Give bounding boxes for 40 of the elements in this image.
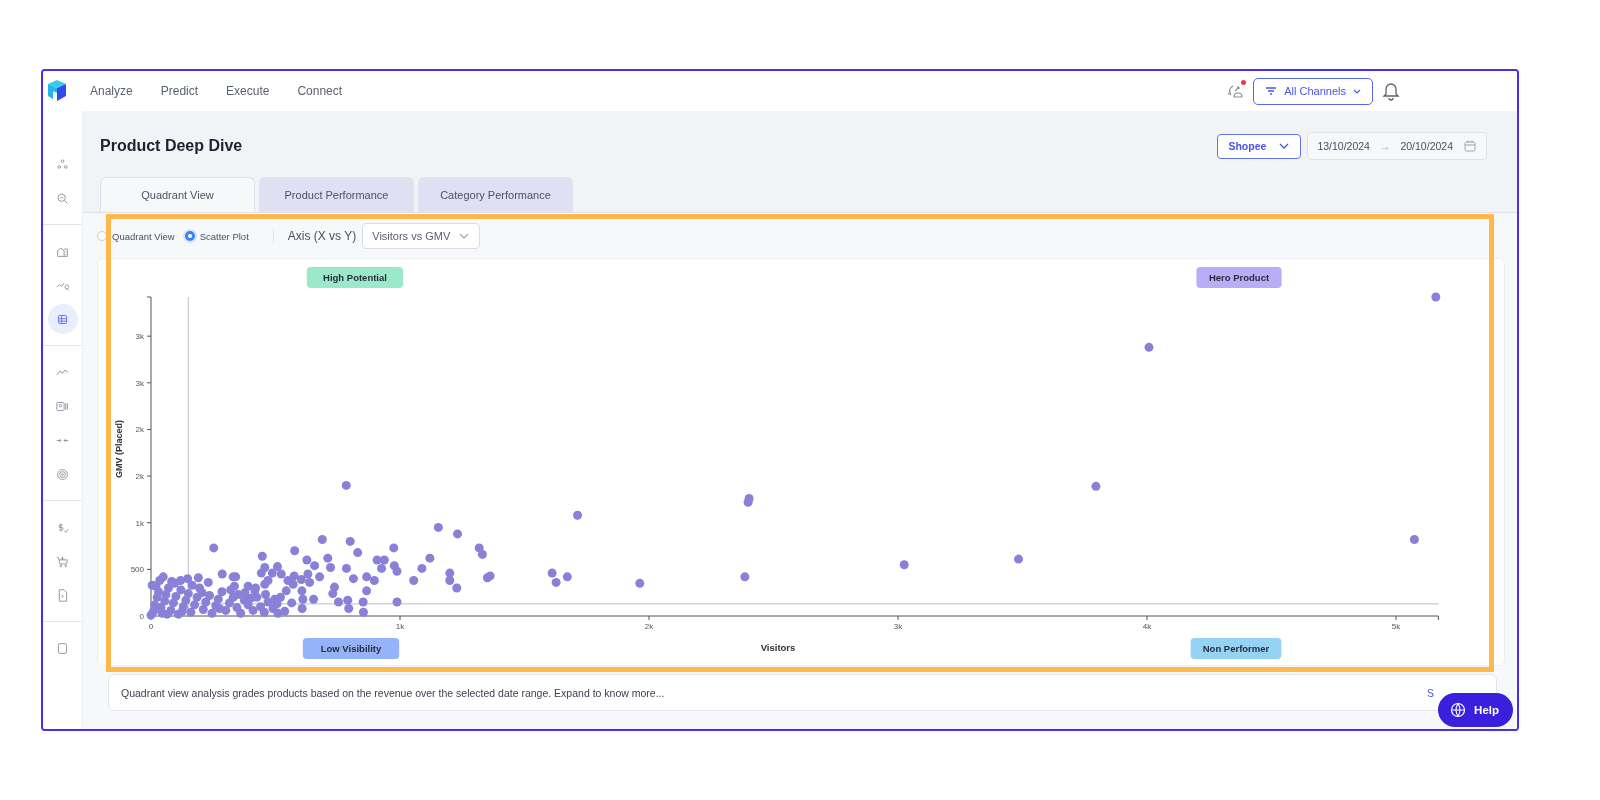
tick-label: 0 <box>139 612 144 621</box>
tab[interactable]: Product Performance <box>259 177 414 212</box>
date-text: 20/10/2024 <box>1400 140 1453 152</box>
marketplace-dropdown[interactable]: Shopee <box>1217 133 1302 159</box>
nav-link[interactable]: Predict <box>160 84 199 98</box>
arrow-text: → <box>1379 140 1391 152</box>
nav-link[interactable]: Connect <box>297 84 343 98</box>
nav-link[interactable]: Analyze <box>90 84 133 98</box>
tick-label: 1k <box>135 518 144 528</box>
date-text: 13/10/2024 <box>1317 140 1370 152</box>
tick-label: 2k <box>644 622 654 631</box>
axis-title: GMV (Placed) <box>114 420 124 478</box>
quadrant-label: Hero Product <box>1196 267 1282 288</box>
tick-label: 500 <box>130 565 144 575</box>
nav-link[interactable]: Execute <box>226 84 270 98</box>
axis-label: Axis (X vs Y) <box>287 229 357 243</box>
tab[interactable]: Quadrant View <box>100 177 255 212</box>
tick-label: 3k <box>893 622 903 631</box>
page-title: Product Deep Dive <box>100 137 243 155</box>
tab[interactable]: Category Performance <box>418 177 573 212</box>
tick-label: 3k <box>135 332 144 342</box>
info-text: Quadrant view analysis grades products based on the revenue over the selected date range. Expand to know more... <box>121 686 665 699</box>
axis-dropdown[interactable]: Visitors vs GMV <box>362 223 481 249</box>
tick-label: 2k <box>135 472 144 482</box>
date-range-field[interactable]: 13/10/2024 → 20/10/2024 <box>1307 132 1487 160</box>
tick-label: 1k <box>395 622 405 631</box>
tick-label: 3k <box>135 378 144 388</box>
info-link[interactable]: S <box>1427 686 1434 699</box>
tick-label: 4k <box>1142 622 1152 631</box>
quadrant-label: Low Visibility <box>302 638 400 659</box>
axis-title: Visitors <box>760 642 796 653</box>
quadrant-label: High Potential <box>306 267 404 288</box>
radio-option[interactable]: Scatter Plot <box>184 230 249 242</box>
quadrant-label: Non Performer <box>1190 638 1282 659</box>
tick-label: 2k <box>135 425 144 435</box>
channel-filter-button[interactable]: All Channels <box>1253 77 1373 105</box>
help-button[interactable]: Help <box>1438 693 1513 727</box>
tick-label: 0 <box>148 622 154 631</box>
tick-label: 5k <box>1391 622 1401 631</box>
radio-option[interactable]: Quadrant View <box>97 230 175 242</box>
